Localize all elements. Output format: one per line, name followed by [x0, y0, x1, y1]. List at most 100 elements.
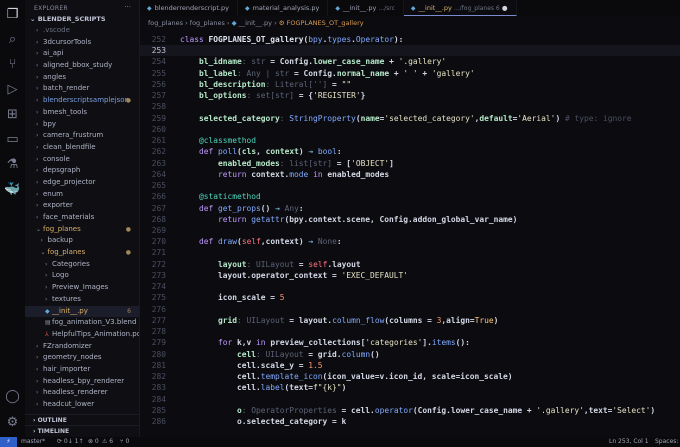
- tree-item[interactable]: › enum: [25, 189, 139, 201]
- breadcrumb-item[interactable]: FOGPLANES_OT_gallery: [287, 19, 364, 27]
- tree-item[interactable]: › angles: [25, 72, 139, 84]
- breadcrumb-item[interactable]: fog_planes: [190, 19, 225, 27]
- code-line[interactable]: 272 layout: UILayout = self.layout: [140, 259, 680, 270]
- errors-count[interactable]: ⊗ 0: [88, 437, 99, 447]
- code-line[interactable]: 286 o.selected_category = k: [140, 416, 680, 427]
- tree-item[interactable]: › aligned_bbox_study: [25, 60, 139, 72]
- code-line[interactable]: 265: [140, 180, 680, 191]
- unsaved-dot-icon[interactable]: ●: [502, 4, 508, 12]
- tree-item[interactable]: › textures: [25, 294, 139, 306]
- code-line[interactable]: 276: [140, 304, 680, 315]
- code-line[interactable]: 281 cell.scale_y = 1.5: [140, 360, 680, 371]
- cursor-position[interactable]: Ln 253, Col 1: [609, 437, 649, 447]
- code-line[interactable]: 262 def poll(cls, context) → bool:: [140, 146, 680, 157]
- tree-item[interactable]: › geometry_nodes: [25, 352, 139, 364]
- tree-item[interactable]: › depsgraph: [25, 165, 139, 177]
- code-line[interactable]: 268 return getattr(bpy.context.scene, Co…: [140, 214, 680, 225]
- tree-item[interactable]: › edge_projector: [25, 177, 139, 189]
- tree-item[interactable]: › ai_api: [25, 48, 139, 60]
- code-line[interactable]: 263 enabled_modes: list[str] = ['OBJECT'…: [140, 158, 680, 169]
- tree-item[interactable]: › Categories: [25, 259, 139, 271]
- breadcrumb-item[interactable]: __init__.py: [239, 19, 272, 27]
- run-debug-icon[interactable]: ▷: [4, 81, 21, 98]
- code-line[interactable]: 270 def draw(self,context) → None:: [140, 236, 680, 247]
- code-line[interactable]: 282 cell.template_icon(icon_value=v.icon…: [140, 371, 680, 382]
- code-line[interactable]: 285 o: OperatorProperties = cell.operato…: [140, 405, 680, 416]
- tree-item[interactable]: › console: [25, 154, 139, 166]
- tab-3[interactable]: ◆ __init__.py .../fog_planes 6 ●: [403, 0, 517, 16]
- tree-item[interactable]: › camera_frustrum: [25, 130, 139, 142]
- tree-item[interactable]: › 3dcursorTools: [25, 37, 139, 49]
- tree-item[interactable]: ⌄ fog_planes ●: [25, 247, 139, 259]
- tree-item[interactable]: ⅄ HelpfulTips_Animation.pdf: [25, 329, 139, 341]
- source-control-icon[interactable]: ⑂: [4, 56, 21, 73]
- code-line[interactable]: 283 cell.label(text=f"{k}"): [140, 382, 680, 393]
- settings-gear-icon[interactable]: ⚙: [4, 414, 21, 431]
- code-line[interactable]: 280 cell: UILayout = grid.column(): [140, 349, 680, 360]
- code-line[interactable]: 279 for k,v in preview_collections['cate…: [140, 337, 680, 348]
- branch-indicator[interactable]: master*: [21, 437, 45, 447]
- tree-item[interactable]: › Logo: [25, 270, 139, 282]
- tree-item[interactable]: › FZrandomizer: [25, 341, 139, 353]
- code-line[interactable]: 273 layout.operator_context = 'EXEC_DEFA…: [140, 270, 680, 281]
- code-line[interactable]: 264 return context.mode in enabled_modes: [140, 169, 680, 180]
- tree-item[interactable]: › headcut_lower: [25, 399, 139, 411]
- testing-icon[interactable]: ⚗: [4, 156, 21, 173]
- search-icon[interactable]: ⌕: [4, 31, 21, 48]
- tree-item[interactable]: › blenderscriptsamplejson ●: [25, 95, 139, 107]
- tree-item[interactable]: › hair_importer: [25, 364, 139, 376]
- workspace-root[interactable]: ⌄ BLENDER_SCRIPTS: [25, 13, 139, 25]
- code-line[interactable]: 277 grid: UILayout = layout.column_flow(…: [140, 315, 680, 326]
- outline-section[interactable]: › OUTLINE: [25, 414, 139, 425]
- tree-item[interactable]: › bmesh_tools: [25, 107, 139, 119]
- tab-1[interactable]: ◆ material_analysis.py: [238, 0, 329, 16]
- code-editor[interactable]: 252 class FOGPLANES_OT_gallery(bpy.types.…: [140, 34, 680, 427]
- account-icon[interactable]: ◯: [4, 388, 21, 405]
- code-line[interactable]: 258: [140, 101, 680, 112]
- tree-item[interactable]: › headless_bpy_renderer: [25, 376, 139, 388]
- code-line[interactable]: 257 bl_options: set[str] = {'REGISTER'}: [140, 90, 680, 101]
- remote-icon[interactable]: ⚡: [0, 437, 17, 447]
- tree-item[interactable]: ⌄ fog_planes ●: [25, 224, 139, 236]
- docker-icon[interactable]: 🐳: [4, 181, 21, 198]
- code-line[interactable]: 271: [140, 247, 680, 258]
- extensions-icon[interactable]: ⊞: [4, 106, 21, 123]
- tree-item[interactable]: › Preview_Images: [25, 282, 139, 294]
- code-line[interactable]: 254 bl_idname: str = Config.lower_case_n…: [140, 56, 680, 67]
- tree-item[interactable]: › bpy: [25, 119, 139, 131]
- ports-count[interactable]: ⑂ 0: [120, 437, 129, 447]
- sync-indicator[interactable]: ⟳ 0↓ 1↑: [57, 437, 84, 447]
- code-line[interactable]: 274: [140, 281, 680, 292]
- code-line[interactable]: 284: [140, 394, 680, 405]
- code-line[interactable]: 261 @classmethod: [140, 135, 680, 146]
- tree-item[interactable]: › clean_blendfile: [25, 142, 139, 154]
- tree-item[interactable]: › exporter: [25, 200, 139, 212]
- remote-explorer-icon[interactable]: ▭: [4, 131, 21, 148]
- tab-0[interactable]: ◆ blenderrenderscript.py: [140, 0, 238, 16]
- tree-item[interactable]: › backup: [25, 235, 139, 247]
- tree-item[interactable]: › headless_renderer: [25, 387, 139, 399]
- code-line[interactable]: 255 bl_label: Any | str = Config.normal_…: [140, 68, 680, 79]
- indentation[interactable]: Spaces: 4: [655, 437, 680, 447]
- code-line[interactable]: 252 class FOGPLANES_OT_gallery(bpy.types.…: [140, 34, 680, 45]
- files-icon[interactable]: ❐: [4, 6, 21, 23]
- warnings-count[interactable]: ⚠ 6: [102, 437, 113, 447]
- code-line[interactable]: 253: [140, 45, 680, 57]
- breadcrumb-item[interactable]: fog_planes: [148, 19, 183, 27]
- tree-item[interactable]: › .vscode: [25, 25, 139, 37]
- code-line[interactable]: 275 icon_scale = 5: [140, 292, 680, 303]
- timeline-section[interactable]: › TIMELINE: [25, 425, 139, 436]
- code-line[interactable]: 259 selected_category: StringProperty(na…: [140, 113, 680, 124]
- code-line[interactable]: 266 @staticmethod: [140, 191, 680, 202]
- code-line[interactable]: 260: [140, 124, 680, 135]
- code-line[interactable]: 256 bl_description: Literal[''] = "": [140, 79, 680, 90]
- tree-item[interactable]: › batch_render: [25, 83, 139, 95]
- tree-item[interactable]: ▤fog_animation_V3.blend: [25, 317, 139, 329]
- tree-item[interactable]: ◆ __init__.py 6: [25, 305, 139, 318]
- tree-item[interactable]: › face_materials: [25, 212, 139, 224]
- code-line[interactable]: 267 def get_props() → Any:: [140, 203, 680, 214]
- tab-2[interactable]: ◆ __init__.py .../src: [328, 0, 404, 16]
- code-line[interactable]: 269: [140, 225, 680, 236]
- code-line[interactable]: 278: [140, 326, 680, 337]
- more-actions-icon[interactable]: ···: [124, 3, 131, 11]
